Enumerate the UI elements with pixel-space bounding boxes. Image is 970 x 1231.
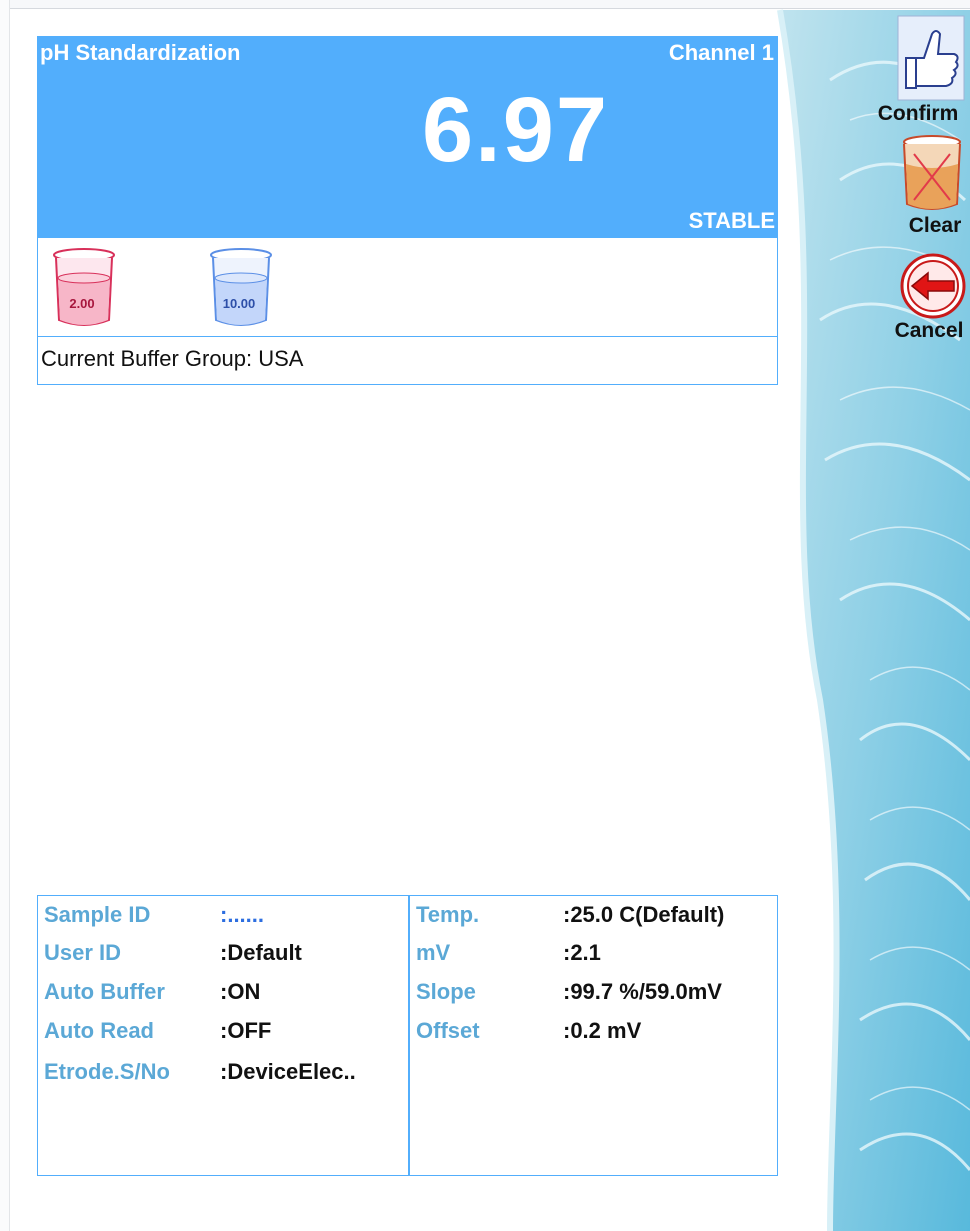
info-label: Auto Read bbox=[44, 1018, 154, 1043]
buffer-value: 2.00 bbox=[69, 296, 95, 311]
divider bbox=[408, 896, 410, 1175]
info-label: Offset bbox=[416, 1018, 480, 1043]
info-label: Sample ID bbox=[44, 902, 151, 927]
info-value: :Default bbox=[220, 940, 302, 965]
buffer-beaker-icon[interactable]: 10.00 bbox=[208, 246, 278, 332]
info-label: mV bbox=[416, 940, 451, 965]
buffer-panel: 2.00 10.00 Current Buffer Group: USA bbox=[37, 238, 778, 385]
cancel-button[interactable]: Cancel bbox=[882, 253, 970, 343]
info-row: Auto Read bbox=[44, 1018, 154, 1044]
confirm-label: Confirm bbox=[877, 102, 959, 125]
buffer-group-label: Current Buffer Group: USA bbox=[41, 346, 304, 371]
clear-button[interactable]: Clear bbox=[880, 134, 970, 238]
info-value: :OFF bbox=[220, 1018, 272, 1043]
info-label: Etrode.S/No bbox=[44, 1059, 170, 1084]
info-value: :...... bbox=[220, 902, 264, 927]
divider bbox=[38, 336, 777, 337]
buffer-value: 10.00 bbox=[222, 296, 256, 311]
info-label: Auto Buffer bbox=[44, 979, 165, 1004]
info-value: :99.7 %/59.0mV bbox=[563, 979, 722, 1004]
info-value: :DeviceElec.. bbox=[220, 1059, 356, 1084]
info-row: Auto Buffer bbox=[44, 979, 165, 1005]
channel-label: Channel 1 bbox=[668, 40, 774, 65]
cancel-label: Cancel bbox=[894, 319, 964, 342]
window-left-border bbox=[0, 0, 10, 1231]
info-label: User ID bbox=[44, 940, 122, 965]
info-label: Slope bbox=[416, 979, 476, 1004]
back-arrow-icon bbox=[900, 253, 966, 319]
page-title: pH Standardization bbox=[40, 40, 241, 65]
info-label: Temp. bbox=[416, 902, 480, 927]
clear-beaker-icon bbox=[900, 134, 964, 214]
ph-reading: 6.97 bbox=[422, 79, 610, 181]
info-value: :0.2 mV bbox=[563, 1018, 642, 1043]
info-row: User ID bbox=[44, 940, 121, 966]
info-row: Sample ID bbox=[44, 902, 150, 928]
info-row: Etrode.S/No bbox=[44, 1059, 170, 1085]
reading-header: pH Standardization Channel 1 6.97 STABLE bbox=[37, 36, 778, 238]
stability-status: STABLE bbox=[688, 208, 775, 233]
clear-label: Clear bbox=[908, 214, 962, 237]
confirm-button[interactable]: Confirm bbox=[868, 14, 968, 126]
info-panel: Sample ID :...... User ID :Default Auto … bbox=[37, 895, 778, 1176]
info-value: :ON bbox=[220, 979, 261, 1004]
info-value: :25.0 C(Default) bbox=[563, 902, 725, 927]
buffer-beaker-icon[interactable]: 2.00 bbox=[51, 246, 121, 332]
thumbs-up-icon bbox=[896, 14, 966, 102]
info-value: :2.1 bbox=[563, 940, 601, 965]
